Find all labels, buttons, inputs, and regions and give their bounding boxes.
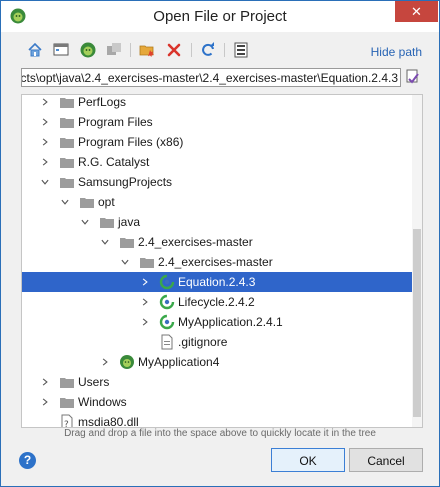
path-value: ects\opt\java\2.4_exercises-master\2.4_e… [21, 71, 398, 85]
collapse-arrow-icon[interactable] [100, 237, 110, 247]
folder-icon [60, 378, 74, 388]
tree-row-label: Users [78, 375, 110, 389]
help-icon[interactable]: ? [19, 452, 36, 469]
delete-icon[interactable] [165, 41, 183, 59]
tree-row-label: Program Files (x86) [78, 135, 184, 149]
tree-row-label: java [118, 215, 141, 229]
refresh-icon[interactable] [199, 41, 217, 59]
tree-row[interactable]: 2.4_exercises-master [22, 252, 412, 272]
svg-text:?: ? [64, 420, 69, 428]
tree-row-label: Program Files [78, 115, 153, 129]
expand-arrow-icon[interactable] [100, 357, 110, 367]
android-project-icon [120, 355, 134, 369]
tree-row-label: Windows [78, 395, 127, 409]
android-module-icon [159, 314, 175, 330]
expand-arrow-icon[interactable] [140, 277, 150, 287]
tree-row[interactable]: Program Files (x86) [22, 132, 412, 152]
collapse-arrow-icon[interactable] [80, 217, 90, 227]
tree-row[interactable]: 2.4_exercises-master [22, 232, 412, 252]
folder-icon [120, 238, 134, 248]
expand-arrow-icon[interactable] [140, 317, 150, 327]
folder-icon [60, 98, 74, 108]
android-module-icon [159, 274, 175, 290]
folder-icon [60, 178, 74, 188]
tree-row-label: MyApplication4 [138, 355, 220, 369]
collapse-arrow-icon[interactable] [120, 257, 130, 267]
folder-icon [60, 138, 74, 148]
show-hidden-icon[interactable] [232, 41, 250, 59]
desktop-icon[interactable] [52, 41, 70, 59]
tree-row-label: R.G. Catalyst [78, 155, 150, 169]
expand-arrow-icon[interactable] [140, 297, 150, 307]
tree-row[interactable]: .gitignore [22, 332, 412, 352]
tree-row-label: PerfLogs [78, 95, 127, 109]
tree-row[interactable]: MyApplication.2.4.1 [22, 312, 412, 332]
folder-icon [100, 218, 114, 228]
tree-row[interactable]: Lifecycle.2.4.2 [22, 292, 412, 312]
toolbar-separator [191, 43, 192, 57]
file-tree[interactable]: ? msdia80.dll Windows Users MyApplication4 .g… [21, 94, 423, 428]
tree-row-label: msdia80.dll [78, 415, 139, 428]
tree-row-label: SamsungProjects [78, 175, 173, 189]
drag-drop-hint: Drag and drop a file into the space abov… [64, 428, 376, 439]
collapse-arrow-icon[interactable] [60, 197, 70, 207]
folder-icon [60, 158, 74, 168]
tree-row[interactable]: Equation.2.4.3 [22, 272, 412, 292]
tree-row[interactable]: opt [22, 192, 412, 212]
close-button[interactable]: ✕ [395, 1, 438, 22]
toolbar: Hide path [1, 32, 439, 66]
project-icon[interactable] [79, 41, 97, 59]
tree-row[interactable]: Windows [22, 392, 412, 412]
tree-row[interactable]: PerfLogs [22, 95, 412, 112]
tree-row[interactable]: MyApplication4 [22, 352, 412, 372]
scrollbar-thumb[interactable] [413, 229, 421, 417]
modules-icon[interactable] [105, 41, 123, 59]
folder-icon [60, 118, 74, 128]
tree-row-label: opt [98, 195, 115, 209]
tree-row-label: Lifecycle.2.4.2 [178, 295, 255, 309]
expand-arrow-icon[interactable] [40, 117, 50, 127]
cancel-button[interactable]: Cancel [349, 448, 423, 472]
collapse-arrow-icon[interactable] [40, 177, 50, 187]
expand-arrow-icon[interactable] [40, 137, 50, 147]
title-bar: Open File or Project ✕ [1, 1, 439, 32]
tree-row-label: 2.4_exercises-master [158, 255, 273, 269]
folder-icon [80, 198, 94, 208]
tree-row-label: MyApplication.2.4.1 [178, 315, 283, 329]
ok-button[interactable]: OK [271, 448, 345, 472]
home-icon[interactable] [26, 41, 44, 59]
tree-row[interactable]: ? msdia80.dll [22, 412, 412, 428]
tree-row[interactable]: java [22, 212, 412, 232]
tree-scrollbar[interactable] [412, 95, 422, 427]
dialog-title: Open File or Project [153, 8, 287, 25]
tree-row-label: .gitignore [178, 335, 228, 349]
tree-row[interactable]: Program Files [22, 112, 412, 132]
expand-arrow-icon[interactable] [40, 157, 50, 167]
new-folder-icon[interactable] [138, 41, 156, 59]
folder-icon [140, 258, 154, 268]
path-history-icon[interactable] [406, 69, 420, 86]
tree-row[interactable]: Users [22, 372, 412, 392]
android-module-icon [159, 294, 175, 310]
toolbar-separator [130, 43, 131, 57]
tree-row[interactable]: R.G. Catalyst [22, 152, 412, 172]
toolbar-separator [224, 43, 225, 57]
hide-path-link[interactable]: Hide path [371, 45, 422, 59]
tree-row-label: Equation.2.4.3 [178, 275, 256, 289]
folder-icon [60, 398, 74, 408]
tree-row-label: 2.4_exercises-master [138, 235, 253, 249]
text-file-icon [161, 334, 173, 350]
expand-arrow-icon[interactable] [40, 377, 50, 387]
tree-row[interactable]: SamsungProjects [22, 172, 412, 192]
expand-arrow-icon[interactable] [40, 397, 50, 407]
expand-arrow-icon[interactable] [40, 97, 50, 107]
open-file-dialog: Open File or Project ✕ Hide path ects\op… [0, 0, 440, 487]
path-input[interactable]: ects\opt\java\2.4_exercises-master\2.4_e… [21, 68, 401, 87]
unknown-file-icon: ? [61, 414, 73, 428]
